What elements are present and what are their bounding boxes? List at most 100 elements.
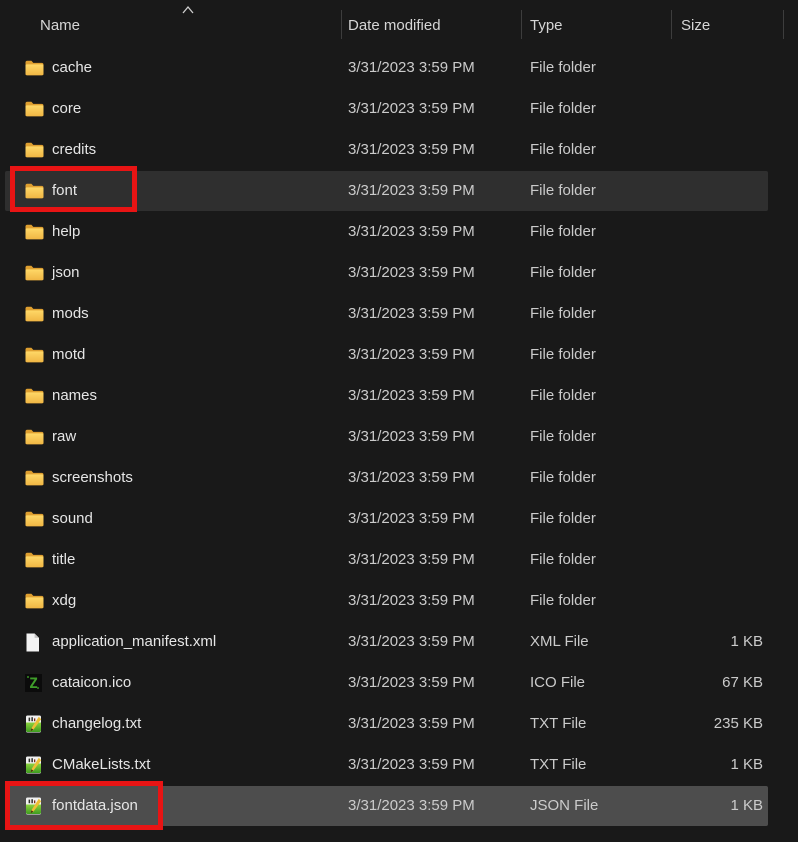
file-type: File folder <box>530 100 596 117</box>
file-type: File folder <box>530 305 596 322</box>
file-row-fontdata.json[interactable]: fontdata.json 3/31/2023 3:59 PM JSON File 1… <box>0 786 798 827</box>
file-name[interactable]: CMakeLists.txt <box>52 745 150 785</box>
file-row-xdg[interactable]: xdg 3/31/2023 3:59 PM File folder <box>0 581 798 622</box>
column-header-type[interactable]: Type <box>530 0 563 48</box>
column-divider[interactable] <box>671 10 672 39</box>
document-icon <box>25 622 40 662</box>
file-name[interactable]: credits <box>52 130 96 170</box>
file-size <box>655 540 763 580</box>
file-name[interactable]: json <box>52 253 80 293</box>
file-row-credits[interactable]: credits 3/31/2023 3:59 PM File folder <box>0 130 798 171</box>
file-date-modified: 3/31/2023 3:59 PM <box>348 469 475 486</box>
folder-icon <box>25 171 44 211</box>
file-type: File folder <box>530 592 596 609</box>
file-name[interactable]: help <box>52 212 80 252</box>
file-size <box>655 130 763 170</box>
file-type: File folder <box>530 141 596 158</box>
file-size <box>655 89 763 129</box>
file-type: File folder <box>530 387 596 404</box>
file-row-title[interactable]: title 3/31/2023 3:59 PM File folder <box>0 540 798 581</box>
file-size: 1 KB <box>730 633 763 650</box>
file-size: 235 KB <box>713 715 763 732</box>
file-size: 1 KB <box>730 797 763 814</box>
file-size <box>655 417 763 457</box>
file-date-modified: 3/31/2023 3:59 PM <box>348 264 475 281</box>
column-divider[interactable] <box>521 10 522 39</box>
file-row-motd[interactable]: motd 3/31/2023 3:59 PM File folder <box>0 335 798 376</box>
folder-icon <box>25 253 44 293</box>
file-row-cataicon.ico[interactable]: Zcataicon.ico 3/31/2023 3:59 PM ICO File 67… <box>0 663 798 704</box>
cataclysm-z-icon: Z <box>25 663 42 703</box>
file-row-mods[interactable]: mods 3/31/2023 3:59 PM File folder <box>0 294 798 335</box>
file-row-cache[interactable]: cache 3/31/2023 3:59 PM File folder <box>0 48 798 89</box>
column-header-date-modified[interactable]: Date modified <box>348 0 441 48</box>
file-row-raw[interactable]: raw 3/31/2023 3:59 PM File folder <box>0 417 798 458</box>
file-name[interactable]: changelog.txt <box>52 704 141 744</box>
file-name[interactable]: xdg <box>52 581 76 621</box>
file-row-names[interactable]: names 3/31/2023 3:59 PM File folder <box>0 376 798 417</box>
file-date-modified: 3/31/2023 3:59 PM <box>348 756 475 773</box>
file-name[interactable]: names <box>52 376 97 416</box>
column-divider[interactable] <box>783 10 784 39</box>
file-name[interactable]: screenshots <box>52 458 133 498</box>
file-date-modified: 3/31/2023 3:59 PM <box>348 387 475 404</box>
file-name[interactable]: application_manifest.xml <box>52 622 216 662</box>
file-size <box>655 335 763 375</box>
file-row-sound[interactable]: sound 3/31/2023 3:59 PM File folder <box>0 499 798 540</box>
file-date-modified: 3/31/2023 3:59 PM <box>348 715 475 732</box>
file-date-modified: 3/31/2023 3:59 PM <box>348 100 475 117</box>
file-date-modified: 3/31/2023 3:59 PM <box>348 510 475 527</box>
folder-icon <box>25 89 44 129</box>
folder-icon <box>25 581 44 621</box>
file-explorer-list-view: Name Date modified Type Size cache 3/31/2… <box>0 0 798 842</box>
file-date-modified: 3/31/2023 3:59 PM <box>348 59 475 76</box>
column-header-size[interactable]: Size <box>681 0 710 48</box>
folder-icon <box>25 376 44 416</box>
file-name[interactable]: cataicon.ico <box>52 663 131 703</box>
file-row-changelog.txt[interactable]: changelog.txt 3/31/2023 3:59 PM TXT File 23… <box>0 704 798 745</box>
file-name[interactable]: raw <box>52 417 76 457</box>
column-header-name[interactable]: Name <box>40 0 80 48</box>
text-editor-icon <box>25 745 42 785</box>
file-date-modified: 3/31/2023 3:59 PM <box>348 141 475 158</box>
chevron-up-icon[interactable] <box>181 5 195 15</box>
file-name[interactable]: core <box>52 89 81 129</box>
file-type: File folder <box>530 264 596 281</box>
file-name[interactable]: font <box>52 171 77 211</box>
file-type: JSON File <box>530 797 599 814</box>
file-type: File folder <box>530 469 596 486</box>
file-date-modified: 3/31/2023 3:59 PM <box>348 182 475 199</box>
file-row-application_manifest.xml[interactable]: application_manifest.xml 3/31/2023 3:59 P… <box>0 622 798 663</box>
file-row-help[interactable]: help 3/31/2023 3:59 PM File folder <box>0 212 798 253</box>
file-name[interactable]: cache <box>52 48 92 88</box>
file-size <box>655 171 763 211</box>
file-type: ICO File <box>530 674 586 691</box>
folder-icon <box>25 335 44 375</box>
file-row-screenshots[interactable]: screenshots 3/31/2023 3:59 PM File folder <box>0 458 798 499</box>
folder-icon <box>25 540 44 580</box>
folder-icon <box>25 417 44 457</box>
file-date-modified: 3/31/2023 3:59 PM <box>348 674 475 691</box>
file-row-CMakeLists.txt[interactable]: CMakeLists.txt 3/31/2023 3:59 PM TXT File 1… <box>0 745 798 786</box>
file-name[interactable]: motd <box>52 335 85 375</box>
column-divider[interactable] <box>341 10 342 39</box>
file-row-json[interactable]: json 3/31/2023 3:59 PM File folder <box>0 253 798 294</box>
folder-icon <box>25 458 44 498</box>
file-name[interactable]: fontdata.json <box>52 786 138 826</box>
file-date-modified: 3/31/2023 3:59 PM <box>348 797 475 814</box>
file-type: File folder <box>530 510 596 527</box>
file-row-core[interactable]: core 3/31/2023 3:59 PM File folder <box>0 89 798 130</box>
file-size <box>655 48 763 88</box>
file-name[interactable]: mods <box>52 294 89 334</box>
text-editor-icon <box>25 704 42 744</box>
file-name[interactable]: title <box>52 540 75 580</box>
file-row-font[interactable]: font 3/31/2023 3:59 PM File folder <box>0 171 798 212</box>
file-type: XML File <box>530 633 589 650</box>
file-type: File folder <box>530 182 596 199</box>
file-type: File folder <box>530 346 596 363</box>
file-date-modified: 3/31/2023 3:59 PM <box>348 633 475 650</box>
file-name[interactable]: sound <box>52 499 93 539</box>
column-header-bar: Name Date modified Type Size <box>0 0 798 48</box>
file-size <box>655 458 763 498</box>
file-date-modified: 3/31/2023 3:59 PM <box>348 592 475 609</box>
